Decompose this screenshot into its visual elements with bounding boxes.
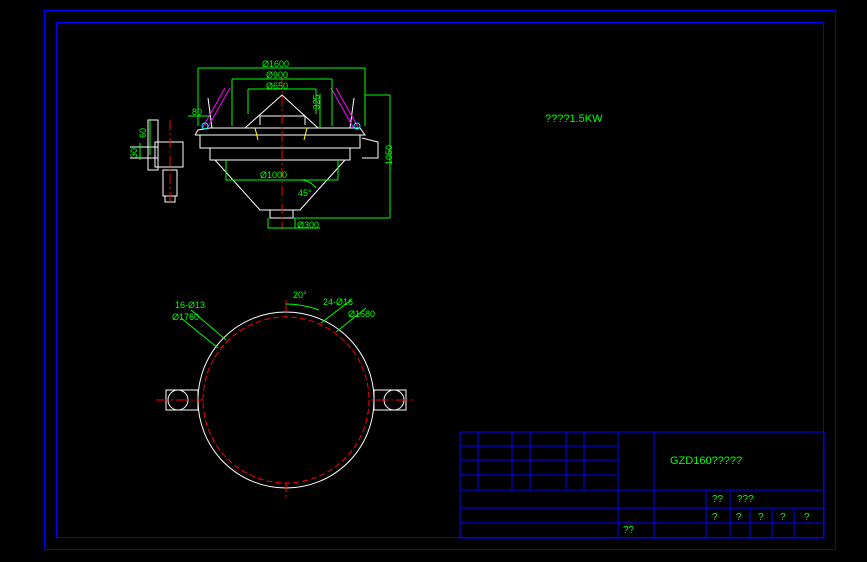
tb-field3: ??	[623, 525, 634, 536]
tb-field4: ?	[712, 512, 718, 523]
tb-field7: ?	[780, 512, 786, 523]
tb-field6: ?	[758, 512, 764, 523]
titleblock-grid	[0, 0, 867, 562]
tb-field2: ???	[737, 494, 754, 505]
tb-field5: ?	[736, 512, 742, 523]
drawing-title: GZD160?????	[670, 455, 742, 467]
tb-field8: ?	[804, 512, 810, 523]
tb-field1: ??	[712, 494, 723, 505]
